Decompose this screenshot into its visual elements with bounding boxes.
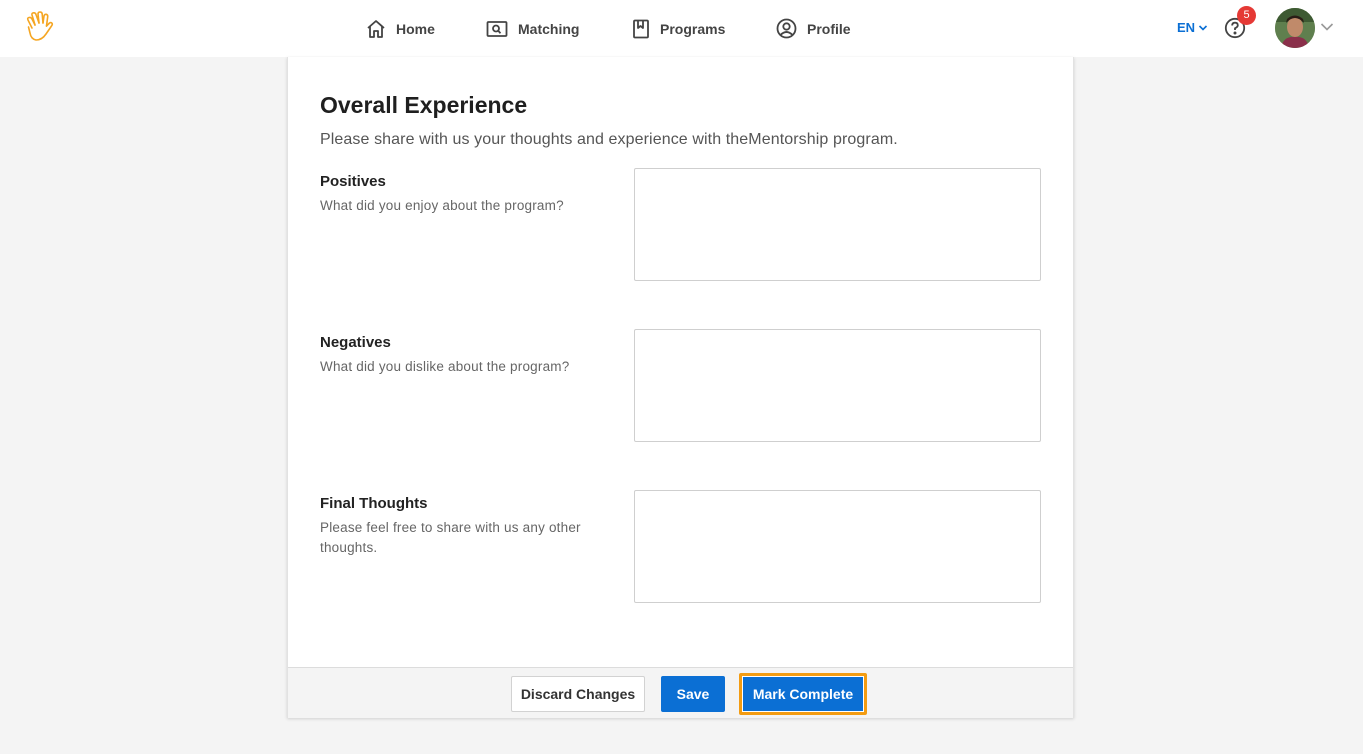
save-button[interactable]: Save bbox=[661, 676, 725, 712]
avatar-image bbox=[1275, 8, 1315, 48]
section-description: Please share with us your thoughts and e… bbox=[320, 131, 898, 148]
nav-programs[interactable]: Programs bbox=[632, 0, 725, 57]
feedback-form-card: Overall Experience Please share with us … bbox=[287, 57, 1074, 718]
final-thoughts-help-text: Please feel free to share with us any ot… bbox=[320, 520, 581, 555]
chevron-down-icon bbox=[1198, 24, 1208, 31]
nav-home-label: Home bbox=[396, 20, 435, 37]
language-label: EN bbox=[1177, 20, 1196, 35]
user-circle-icon bbox=[776, 18, 797, 39]
avatar[interactable] bbox=[1275, 8, 1315, 48]
negatives-help-text: What did you dislike about the program? bbox=[320, 359, 570, 374]
nav-profile-label: Profile bbox=[807, 20, 851, 37]
negatives-label: Negatives bbox=[320, 334, 391, 351]
home-icon bbox=[367, 19, 385, 38]
final-thoughts-label: Final Thoughts bbox=[320, 495, 428, 512]
bookmark-icon bbox=[633, 19, 649, 38]
positives-textarea[interactable] bbox=[634, 168, 1041, 281]
nav-matching[interactable]: Matching bbox=[486, 0, 579, 57]
positives-label: Positives bbox=[320, 173, 386, 190]
language-selector[interactable]: EN bbox=[1177, 20, 1208, 35]
hand-logo-icon[interactable] bbox=[24, 11, 54, 43]
notification-badge: 5 bbox=[1237, 6, 1256, 25]
negatives-textarea[interactable] bbox=[634, 329, 1041, 442]
positives-help-text: What did you enjoy about the program? bbox=[320, 198, 564, 213]
nav-profile[interactable]: Profile bbox=[776, 0, 851, 57]
matching-icon bbox=[486, 20, 508, 37]
page-title: Overall Experience bbox=[320, 92, 528, 118]
mark-complete-button[interactable]: Mark Complete bbox=[739, 673, 867, 715]
chevron-down-icon[interactable] bbox=[1320, 22, 1334, 32]
form-action-bar: Discard Changes Save Mark Complete bbox=[288, 667, 1073, 718]
discard-changes-button[interactable]: Discard Changes bbox=[511, 676, 645, 712]
nav-programs-label: Programs bbox=[660, 20, 726, 37]
nav-home[interactable]: Home bbox=[366, 0, 435, 57]
final-thoughts-textarea[interactable] bbox=[634, 490, 1041, 603]
nav-matching-label: Matching bbox=[518, 20, 580, 37]
top-navigation-bar: Home Matching Programs Profile EN 5 bbox=[0, 0, 1363, 57]
